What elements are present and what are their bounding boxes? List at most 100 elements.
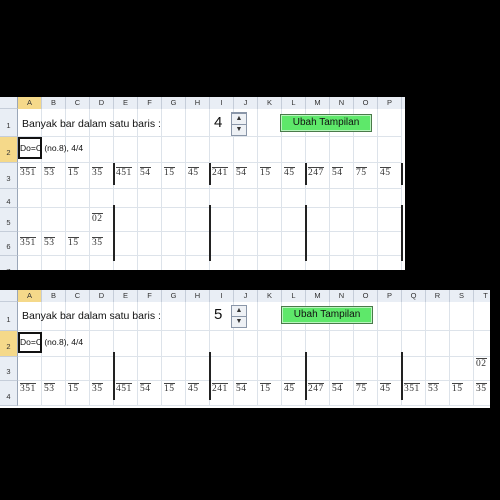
note-cell: 15	[260, 167, 271, 178]
spinner-control-1[interactable]: ▲ ▼	[231, 113, 247, 136]
row-header-5[interactable]: 5	[0, 208, 18, 232]
note-cell: 35	[476, 383, 487, 394]
gridline	[377, 302, 378, 406]
note-cell: 54	[332, 167, 343, 178]
note-cell: 241	[212, 383, 228, 394]
row-header-1[interactable]: 1	[0, 302, 18, 331]
spin-up-icon[interactable]: ▲	[232, 306, 246, 317]
row-header-2[interactable]: 2	[0, 137, 18, 163]
gridline	[65, 109, 66, 270]
corner-select-all[interactable]	[0, 290, 18, 302]
column-header-f[interactable]: F	[138, 97, 162, 109]
gridline	[18, 188, 402, 189]
column-header-o[interactable]: O	[354, 97, 378, 109]
ubah-tampilan-button[interactable]: Ubah Tampilan	[281, 306, 373, 324]
row-header-4[interactable]: 4	[0, 381, 18, 406]
column-header-f[interactable]: F	[138, 290, 162, 302]
gridline	[185, 109, 186, 270]
column-header-a[interactable]: A	[18, 290, 42, 302]
column-header-d[interactable]: D	[90, 97, 114, 109]
note-cell: 351	[20, 383, 36, 394]
column-header-b[interactable]: B	[42, 97, 66, 109]
note-cell: 45	[188, 383, 199, 394]
column-header-q[interactable]: Q	[402, 290, 426, 302]
column-header-c[interactable]: C	[66, 97, 90, 109]
row-header-3[interactable]: 3	[0, 357, 18, 381]
gridline	[329, 109, 330, 270]
column-header-c[interactable]: C	[66, 290, 90, 302]
spin-up-icon[interactable]: ▲	[232, 114, 246, 125]
row-header-1[interactable]: 1	[0, 109, 18, 137]
column-header-o[interactable]: O	[354, 290, 378, 302]
column-header-k[interactable]: K	[258, 97, 282, 109]
spin-down-icon[interactable]: ▼	[232, 317, 246, 327]
bars-per-row-label: Banyak bar dalam satu baris :	[22, 310, 161, 322]
note-cell: 247	[308, 167, 324, 178]
note-cell: 45	[284, 167, 295, 178]
note-cell: 53	[428, 383, 439, 394]
note-cell: 02	[476, 358, 487, 369]
column-header-e[interactable]: E	[114, 97, 138, 109]
column-header-l[interactable]: L	[282, 97, 306, 109]
gridline	[281, 109, 282, 270]
column-header-m[interactable]: M	[306, 290, 330, 302]
note-cell: 53	[44, 383, 55, 394]
row-header-6[interactable]: 6	[0, 232, 18, 256]
bar-line	[305, 205, 307, 261]
column-header-j[interactable]: J	[234, 97, 258, 109]
column-header-h[interactable]: H	[186, 290, 210, 302]
bar-line	[209, 205, 211, 261]
gridline	[353, 109, 354, 270]
column-header-h[interactable]: H	[186, 97, 210, 109]
spinner-control-2[interactable]: ▲ ▼	[231, 305, 247, 328]
column-header-t[interactable]: T	[474, 290, 490, 302]
spin-down-icon[interactable]: ▼	[232, 125, 246, 135]
ubah-tampilan-button[interactable]: Ubah Tampilan	[280, 114, 372, 132]
column-header-j[interactable]: J	[234, 290, 258, 302]
column-header-i[interactable]: I	[210, 290, 234, 302]
corner-select-all[interactable]	[0, 97, 18, 109]
column-header-p[interactable]: P	[378, 290, 402, 302]
note-cell: 15	[68, 237, 79, 248]
note-cell: 247	[308, 383, 324, 394]
column-header-k[interactable]: K	[258, 290, 282, 302]
bars-per-row-value: 4	[214, 114, 223, 131]
note-cell: 45	[284, 383, 295, 394]
note-cell: 451	[116, 383, 132, 394]
column-header-n[interactable]: N	[330, 97, 354, 109]
column-header-s[interactable]: S	[450, 290, 474, 302]
note-cell: 54	[332, 383, 343, 394]
bar-line	[305, 352, 307, 400]
row-header-7[interactable]: 7	[0, 256, 18, 270]
column-header-e[interactable]: E	[114, 290, 138, 302]
row-header-2[interactable]: 2	[0, 331, 18, 357]
column-header-r[interactable]: R	[426, 290, 450, 302]
column-header-i[interactable]: I	[210, 97, 234, 109]
note-cell: 54	[140, 167, 151, 178]
column-header-l[interactable]: L	[282, 290, 306, 302]
column-header-m[interactable]: M	[306, 97, 330, 109]
column-header-a[interactable]: A	[18, 97, 42, 109]
bars-per-row-value: 5	[214, 306, 223, 323]
column-header-g[interactable]: G	[162, 97, 186, 109]
bar-line	[209, 163, 211, 185]
gridline	[18, 330, 490, 331]
column-header-n[interactable]: N	[330, 290, 354, 302]
row-header-4[interactable]: 4	[0, 189, 18, 208]
note-cell: 53	[44, 167, 55, 178]
column-header-b[interactable]: B	[42, 290, 66, 302]
note-cell: 54	[236, 383, 247, 394]
gridline	[473, 302, 474, 406]
note-cell: 54	[140, 383, 151, 394]
column-header-g[interactable]: G	[162, 290, 186, 302]
gridline	[41, 109, 42, 270]
column-header-d[interactable]: D	[90, 290, 114, 302]
gridline	[18, 356, 490, 357]
note-cell: 02	[92, 213, 103, 224]
row-header-3[interactable]: 3	[0, 163, 18, 189]
column-header-p[interactable]: P	[378, 97, 402, 109]
gridline	[257, 109, 258, 270]
gridline	[18, 380, 490, 381]
note-cell: 15	[68, 383, 79, 394]
note-cell: 15	[164, 167, 175, 178]
